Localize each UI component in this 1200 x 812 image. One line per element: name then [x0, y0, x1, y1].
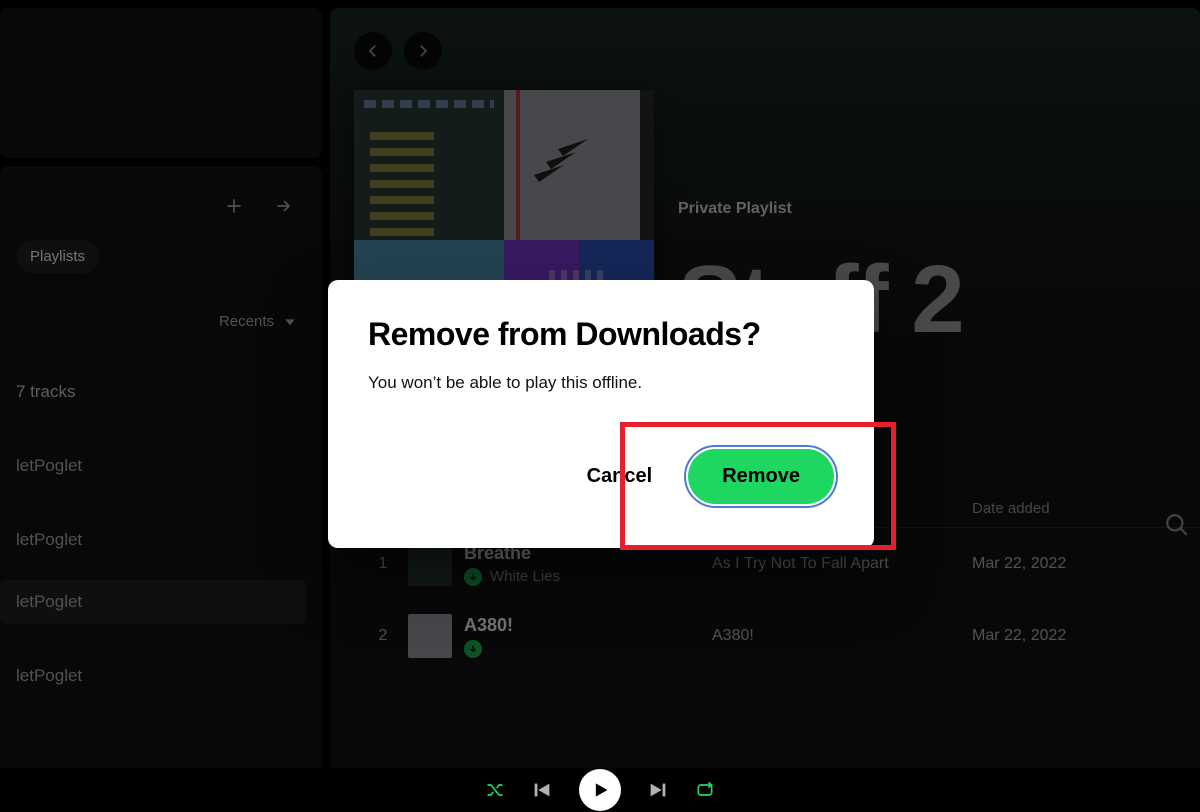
- skip-next-icon[interactable]: [647, 779, 669, 801]
- player-bar: [0, 768, 1200, 812]
- app-root: Playlists Recents 7 tracks letPoglet let…: [0, 0, 1200, 812]
- modal-title: Remove from Downloads?: [368, 316, 834, 353]
- remove-downloads-modal: Remove from Downloads? You won’t be able…: [328, 280, 874, 548]
- skip-previous-icon[interactable]: [531, 779, 553, 801]
- modal-actions: Cancel Remove: [368, 449, 834, 504]
- cancel-button[interactable]: Cancel: [587, 465, 653, 488]
- play-button[interactable]: [579, 769, 621, 811]
- modal-body: You won’t be able to play this offline.: [368, 373, 834, 393]
- repeat-icon[interactable]: [695, 780, 715, 800]
- shuffle-icon[interactable]: [485, 780, 505, 800]
- remove-button[interactable]: Remove: [688, 449, 834, 504]
